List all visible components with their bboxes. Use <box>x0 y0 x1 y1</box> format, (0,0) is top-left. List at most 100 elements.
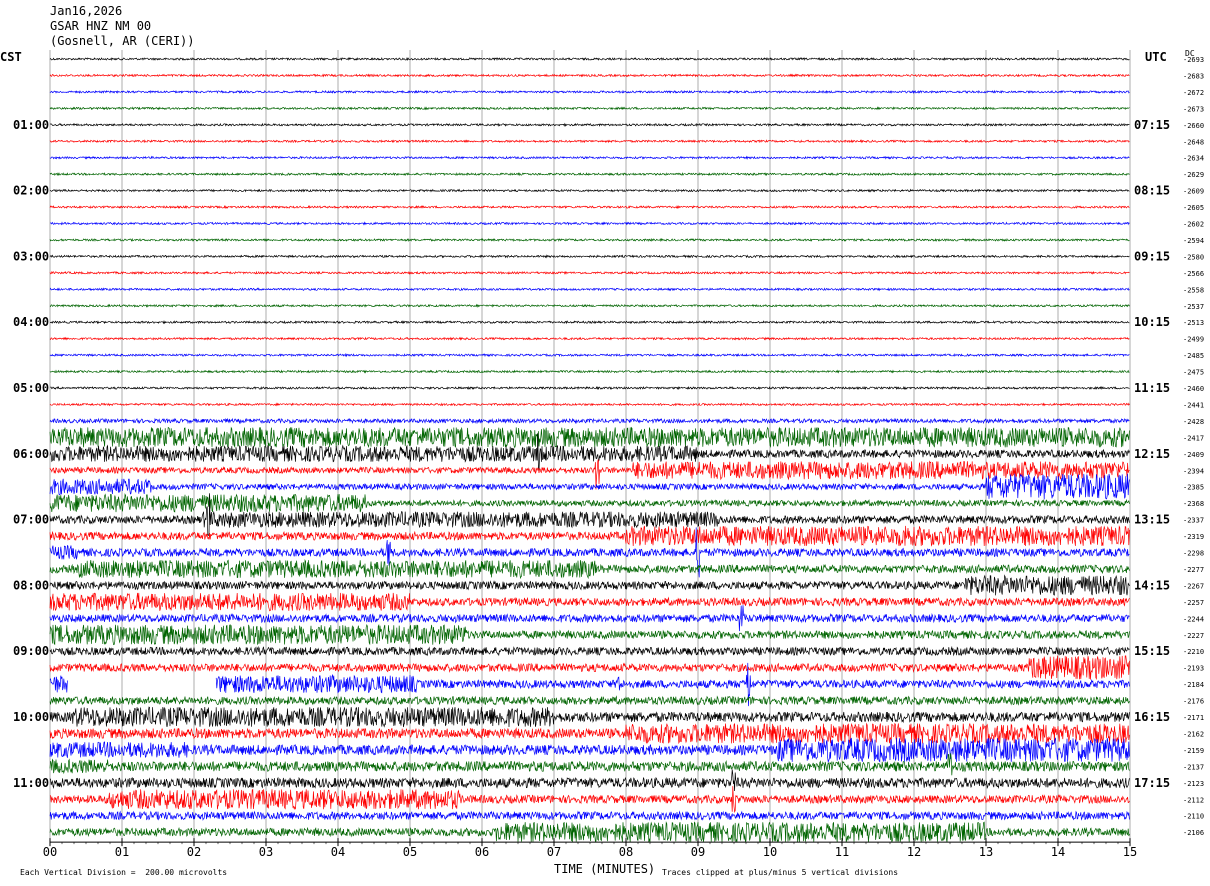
dc-offset-label: -2609 <box>1183 188 1204 196</box>
dc-offset-label: -2257 <box>1183 599 1204 607</box>
dc-offset-label: -2441 <box>1183 401 1204 409</box>
trace-line <box>49 204 1130 210</box>
dc-offset-label: -2580 <box>1183 253 1204 261</box>
cst-hour-label: 06:00 <box>13 447 49 461</box>
dc-offset-label: -2537 <box>1183 303 1204 311</box>
trace-line <box>49 56 1130 62</box>
dc-offset-label: -2672 <box>1183 89 1204 97</box>
trace-line <box>49 574 1130 596</box>
x-tick-label: 13 <box>979 845 993 859</box>
location-label: (Gosnell, AR (CERI)) <box>50 34 195 48</box>
cst-hour-label: 01:00 <box>13 118 49 132</box>
trace-line <box>49 417 1130 425</box>
dc-column-label: DC <box>1185 49 1195 58</box>
dc-offset-label: -2673 <box>1183 105 1204 113</box>
trace-line <box>49 270 1130 275</box>
trace-line <box>49 559 1130 580</box>
dc-offset-label: -2110 <box>1183 813 1204 821</box>
trace-line <box>49 426 1130 448</box>
station-label: GSAR HNZ NM 00 <box>50 19 152 33</box>
trace-line <box>49 769 1130 792</box>
trace-line <box>49 287 1130 292</box>
dc-offset-label: -2409 <box>1183 451 1204 459</box>
trace-line <box>49 737 1130 764</box>
dc-offset-label: -2417 <box>1183 434 1204 442</box>
utc-hour-label: 15:15 <box>1134 644 1170 658</box>
dc-offset-label: -2499 <box>1183 336 1204 344</box>
cst-hour-label: 07:00 <box>13 513 49 527</box>
dc-offset-label: -2475 <box>1183 369 1204 377</box>
dc-offset-label: -2602 <box>1183 221 1204 229</box>
helicorder-plot: -2693-2683-2672-2673-2660-2648-2634-2629… <box>13 50 1204 859</box>
dc-offset-label: -2277 <box>1183 566 1204 574</box>
cst-hour-label: 04:00 <box>13 315 49 329</box>
scale-note: Each Vertical Division = 200.00 microvol… <box>20 868 228 877</box>
seismic-traces <box>49 56 1130 843</box>
trace-line <box>49 188 1130 193</box>
dc-offset-label: -2558 <box>1183 286 1204 294</box>
left-timezone-label: CST <box>0 50 22 64</box>
cst-hour-label: 05:00 <box>13 381 49 395</box>
trace-line <box>49 303 1130 308</box>
cst-hour-label: 09:00 <box>13 644 49 658</box>
utc-hour-label: 08:15 <box>1134 184 1170 198</box>
utc-hour-label: 14:15 <box>1134 578 1170 592</box>
trace-line <box>49 139 1130 144</box>
dc-offset-label: -2337 <box>1183 517 1204 525</box>
x-tick-label: 07 <box>547 845 561 859</box>
utc-hour-label: 17:15 <box>1134 776 1170 790</box>
trace-line <box>49 73 1130 78</box>
trace-line <box>49 810 1130 821</box>
dc-offset-label: -2594 <box>1183 237 1204 245</box>
dc-offset-label: -2227 <box>1183 632 1204 640</box>
dc-offset-label: -2210 <box>1183 648 1204 656</box>
dc-offset-label: -2176 <box>1183 698 1204 706</box>
dc-offset-label: -2660 <box>1183 122 1204 130</box>
dc-offset-label: -2184 <box>1183 681 1204 689</box>
right-timezone-label: UTC <box>1145 50 1167 64</box>
dc-offset-label: -2605 <box>1183 204 1204 212</box>
trace-line <box>49 821 1130 843</box>
dc-offset-label: -2485 <box>1183 352 1204 360</box>
trace-line <box>49 493 1130 513</box>
trace-line <box>49 493 1130 537</box>
trace-line <box>49 369 1130 374</box>
dc-offset-label: -2267 <box>1183 582 1204 590</box>
dc-offset-label: -2137 <box>1183 763 1204 771</box>
utc-hour-label: 13:15 <box>1134 513 1170 527</box>
trace-line <box>49 385 1130 391</box>
utc-hour-label: 16:15 <box>1134 710 1170 724</box>
x-tick-label: 08 <box>619 845 633 859</box>
dc-offset-label: -2394 <box>1183 467 1204 475</box>
x-tick-label: 09 <box>691 845 705 859</box>
dc-offset-label: -2244 <box>1183 615 1204 623</box>
trace-line <box>49 706 1130 728</box>
x-tick-label: 15 <box>1123 845 1137 859</box>
trace-line <box>49 89 1130 95</box>
dc-offset-label: -2159 <box>1183 747 1204 755</box>
trace-line <box>49 473 1130 500</box>
dc-offset-label: -2634 <box>1183 155 1204 163</box>
dc-offset-label: -2683 <box>1183 72 1204 80</box>
x-tick-label: 03 <box>259 845 273 859</box>
trace-line <box>49 525 1130 547</box>
x-tick-label: 02 <box>187 845 201 859</box>
cst-hour-label: 03:00 <box>13 249 49 263</box>
trace-line <box>49 155 1130 160</box>
trace-line <box>49 624 1130 646</box>
dc-offset-label: -2428 <box>1183 418 1204 426</box>
cst-hour-label: 10:00 <box>13 710 49 724</box>
x-tick-label: 06 <box>475 845 489 859</box>
utc-hour-label: 11:15 <box>1134 381 1170 395</box>
dc-offset-label: -2648 <box>1183 138 1204 146</box>
trace-line <box>49 655 1130 680</box>
trace-line <box>49 645 1130 657</box>
trace-line <box>49 592 1130 612</box>
utc-hour-label: 10:15 <box>1134 315 1170 329</box>
trace-line <box>49 122 1130 127</box>
x-axis: -2693-2683-2672-2673-2660-2648-2634-2629… <box>13 56 1204 859</box>
dc-offset-label: -2171 <box>1183 714 1204 722</box>
trace-line <box>49 254 1130 259</box>
dc-offset-label: -2460 <box>1183 385 1204 393</box>
x-tick-label: 14 <box>1051 845 1065 859</box>
